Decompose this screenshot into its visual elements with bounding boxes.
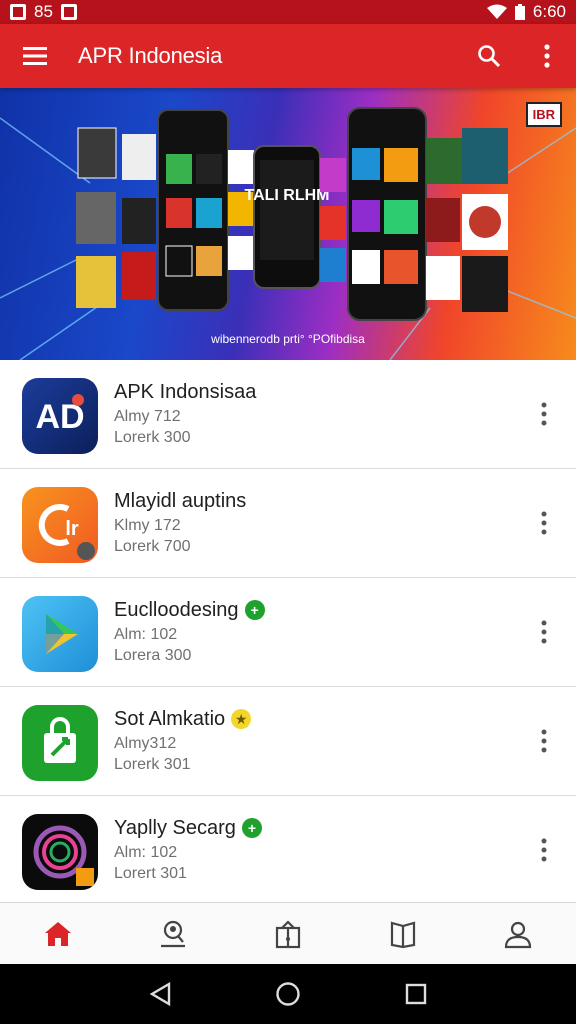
plus-badge-icon: + [241, 818, 262, 838]
status-left-text: 85 [34, 2, 53, 21]
home-system-button[interactable] [268, 974, 308, 1014]
svg-text:lr: lr [65, 518, 79, 540]
app-meta-line2: Lorerk 301 [114, 756, 191, 773]
banner-caption: wibennerodb prti° °POfibdisa [211, 332, 365, 346]
app-meta-line1: Almy312 [114, 735, 177, 752]
app-name: APK Indonsisaa [114, 380, 257, 403]
hamburger-icon [23, 47, 47, 65]
item-more-button[interactable] [532, 616, 556, 648]
item-more-button[interactable] [532, 834, 556, 866]
list-item[interactable]: AD APK Indonsisaa Almy 712 Lorerk 300 [0, 360, 576, 469]
app-bar: APR Indonesia [0, 24, 576, 88]
list-item[interactable]: Sot Almkatio ★ Almy312 Lorerk 301 [0, 687, 576, 796]
battery-icon [514, 4, 525, 20]
promo-banner[interactable]: TALI RLHM IBR wibennerodb prti° °POfibdi… [0, 88, 576, 360]
status-bar: 85 6:60 [0, 0, 576, 24]
system-navigation [0, 964, 576, 1024]
banner-phone-text: TALI RLHM [244, 187, 329, 204]
plus-badge-icon: + [244, 600, 265, 620]
back-triangle-icon [149, 981, 171, 1007]
more-vert-icon [544, 44, 550, 68]
more-vert-icon [541, 402, 547, 426]
back-button[interactable] [140, 974, 180, 1014]
app-title: APR Indonesia [78, 43, 223, 68]
overflow-menu-button[interactable] [518, 24, 576, 88]
search-button[interactable] [460, 24, 518, 88]
banner-brand-badge: IBR [525, 102, 562, 127]
app-meta-line2: Lorerk 700 [114, 538, 191, 555]
app-meta-line1: Alm: 102 [114, 844, 178, 861]
menu-button[interactable] [0, 24, 70, 88]
book-icon [391, 921, 416, 948]
more-vert-icon [541, 511, 547, 535]
play-store-icon [22, 596, 98, 672]
app-meta-line2: Lorerk 300 [114, 429, 191, 446]
nav-home[interactable] [0, 903, 115, 964]
nav-updates[interactable] [230, 903, 345, 964]
app-name: Mlayidl auptins [114, 489, 247, 512]
app-name: Sot Almkatio [114, 707, 226, 730]
app-meta-line1: Almy 712 [114, 408, 181, 425]
camera-ring-icon [22, 814, 98, 890]
list-item[interactable]: Yaplly Secarg + Alm: 102 Lorert 301 [0, 796, 576, 905]
list-item[interactable]: lr Mlayidl auptins Klmy 172 Lorerk 700 [0, 469, 576, 578]
nav-account[interactable] [461, 903, 576, 964]
app-name: Euclloodesing [114, 598, 239, 621]
account-icon [505, 921, 532, 948]
recents-square-icon [405, 983, 427, 1005]
app-name: Yaplly Secarg [114, 816, 236, 839]
app-list: AD APK Indonsisaa Almy 712 Lorerk 300 lr… [0, 360, 576, 905]
nav-search-person[interactable] [115, 903, 230, 964]
app-meta-line1: Alm: 102 [114, 626, 178, 643]
notification-icon [10, 4, 26, 20]
app-meta-line1: Klmy 172 [114, 517, 181, 534]
home-circle-icon [276, 982, 300, 1006]
list-item[interactable]: Euclloodesing + Alm: 102 Lorera 300 [0, 578, 576, 687]
app-meta-line2: Lorert 301 [114, 865, 187, 882]
banner-artwork: TALI RLHM [0, 107, 576, 360]
nav-library[interactable] [346, 903, 461, 964]
status-time: 6:60 [532, 2, 566, 21]
notification-icon-2 [60, 4, 77, 20]
shopping-bag-icon [22, 705, 98, 781]
item-more-button[interactable] [532, 507, 556, 539]
bottom-navigation [0, 902, 576, 964]
more-vert-icon [541, 620, 547, 644]
recents-button[interactable] [396, 974, 436, 1014]
home-icon [44, 921, 71, 946]
wifi-icon [486, 4, 507, 19]
more-vert-icon [541, 729, 547, 753]
ad-app-icon: AD [22, 378, 98, 454]
search-icon [478, 45, 501, 68]
item-more-button[interactable] [532, 725, 556, 757]
person-search-icon [160, 920, 185, 947]
more-vert-icon [541, 838, 547, 862]
app-meta-line2: Lorera 300 [114, 647, 192, 664]
orange-c-app-icon: lr [22, 487, 98, 563]
item-more-button[interactable] [532, 398, 556, 430]
gift-box-icon [275, 919, 301, 948]
star-badge-icon: ★ [231, 709, 252, 729]
